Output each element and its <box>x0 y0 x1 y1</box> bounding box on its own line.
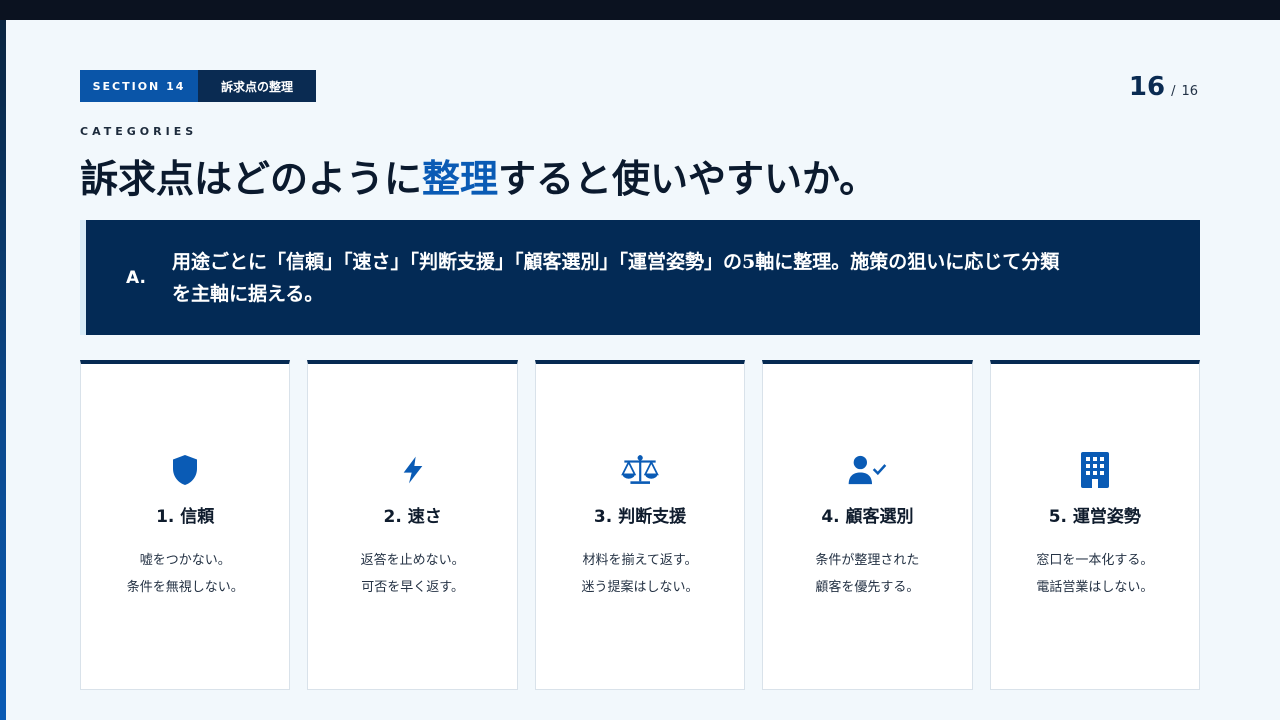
card-operations-stance: 5. 運営姿勢 窓口を一本化する。 電話営業はしない。 <box>989 360 1201 690</box>
card-line: 電話営業はしない。 <box>1036 580 1154 595</box>
card-line: 窓口を一本化する。 <box>1036 553 1154 568</box>
card-description: 条件が整理された 顧客を優先する。 <box>815 547 919 601</box>
section-name: 訴求点の整理 <box>198 70 316 102</box>
answer-line-2: を主軸に据える。 <box>172 282 324 305</box>
card-line: 条件が整理された <box>815 553 920 568</box>
section-tag: SECTION 14 訴求点の整理 <box>80 70 316 102</box>
answer-line-1: 用途ごとに「信頼」「速さ」「判断支援」「顧客選別」「運営姿勢」の5軸に整理。施策… <box>172 250 1060 273</box>
shield-icon <box>165 450 205 490</box>
card-trust: 1. 信頼 嘘をつかない。 条件を無視しない。 <box>80 360 291 690</box>
title-accent: 整理 <box>422 156 499 201</box>
left-accent-bar <box>0 20 6 720</box>
page-number: 16 / 16 <box>1129 72 1198 102</box>
scale-icon <box>620 450 660 490</box>
card-speed: 2. 速さ 返答を止めない。 可否を早く返す。 <box>307 360 518 690</box>
card-title: 4. 顧客選別 <box>821 507 914 527</box>
card-description: 窓口を一本化する。 電話営業はしない。 <box>1036 547 1153 601</box>
answer-label: A. <box>126 267 146 288</box>
title-part-1: 訴求点はどのように <box>80 156 423 201</box>
page-current: 16 <box>1128 72 1166 102</box>
card-description: 返答を止めない。 可否を早く返す。 <box>361 547 465 601</box>
building-icon <box>1075 450 1115 490</box>
card-description: 材料を揃えて返す。 迷う提案はしない。 <box>582 547 699 601</box>
card-line: 材料を揃えて返す。 <box>582 553 698 568</box>
card-decision-support: 3. 判断支援 材料を揃えて返す。 迷う提案はしない。 <box>534 360 746 690</box>
lightning-icon <box>393 450 433 490</box>
card-title: 2. 速さ <box>383 507 442 527</box>
top-bar <box>0 0 1280 20</box>
card-line: 顧客を優先する。 <box>815 580 920 595</box>
answer-box: A. 用途ごとに「信頼」「速さ」「判断支援」「顧客選別」「運営姿勢」の5軸に整理… <box>80 220 1200 335</box>
card-title: 3. 判断支援 <box>593 507 687 527</box>
section-number: SECTION 14 <box>80 70 198 102</box>
page-title: 訴求点はどのように整理すると使いやすいか。 <box>80 148 877 203</box>
card-title: 5. 運営姿勢 <box>1048 507 1141 527</box>
category-cards: 1. 信頼 嘘をつかない。 条件を無視しない。 2. 速さ 返答を止めない。 可… <box>80 360 1201 690</box>
title-part-2: すると使いやすいか。 <box>498 156 878 201</box>
page-separator: / <box>1171 84 1176 99</box>
answer-text: 用途ごとに「信頼」「速さ」「判断支援」「顧客選別」「運営姿勢」の5軸に整理。施策… <box>172 246 1162 310</box>
card-line: 可否を早く返す。 <box>361 580 464 595</box>
card-customer-selection: 4. 顧客選別 条件が整理された 顧客を優先する。 <box>762 360 973 690</box>
card-line: 条件を無視しない。 <box>126 580 244 595</box>
card-line: 返答を止めない。 <box>360 553 465 568</box>
eyebrow-label: CATEGORIES <box>80 125 198 138</box>
card-line: 嘘をつかない。 <box>139 553 231 568</box>
page-total: 16 <box>1181 84 1198 99</box>
card-title: 1. 信頼 <box>156 507 215 527</box>
card-line: 迷う提案はしない。 <box>581 580 699 595</box>
card-description: 嘘をつかない。 条件を無視しない。 <box>127 547 244 601</box>
user-check-icon <box>847 450 887 490</box>
